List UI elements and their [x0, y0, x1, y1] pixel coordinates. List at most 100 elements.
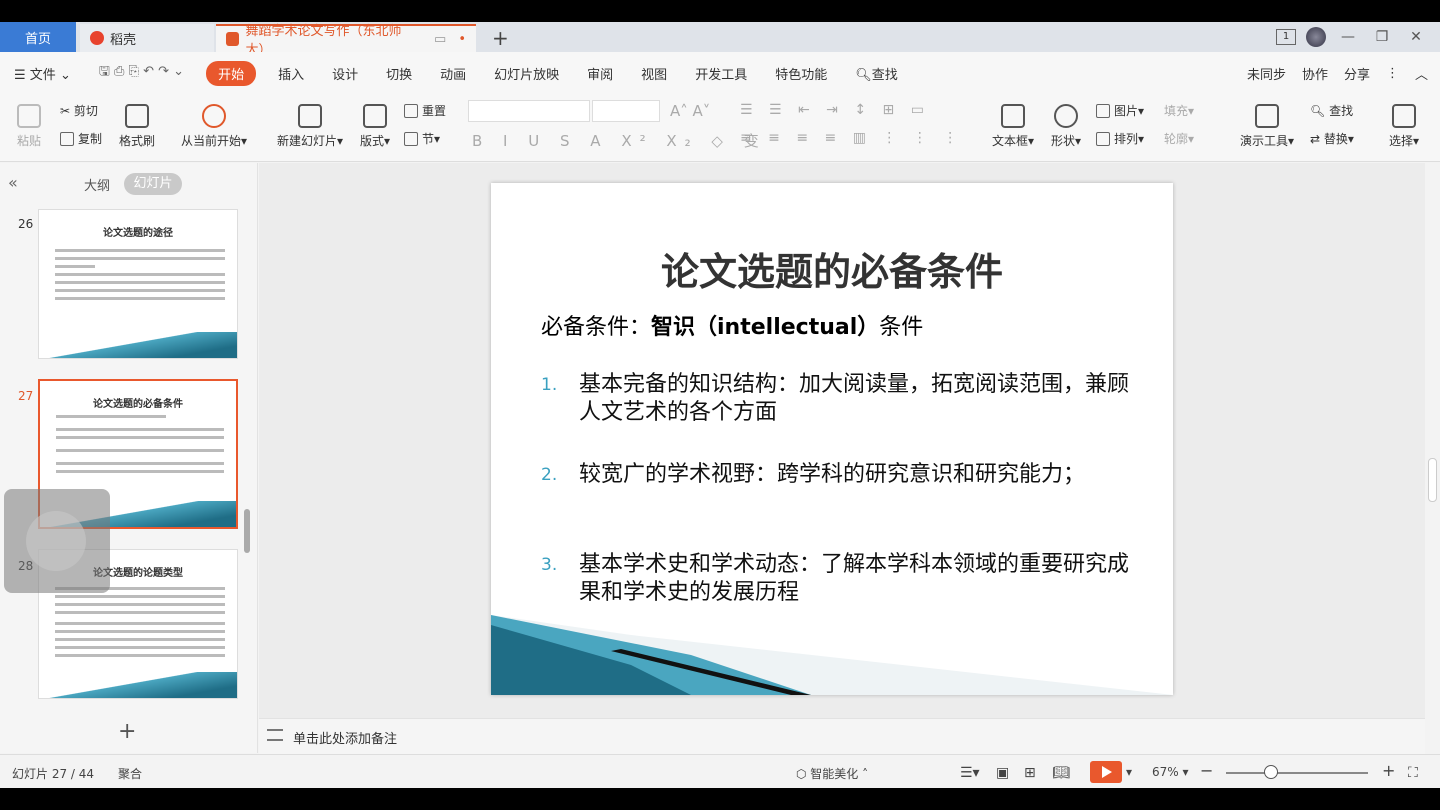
menu-transition[interactable]: 切换	[372, 64, 426, 83]
outline-button[interactable]: 轮廓▾	[1164, 130, 1194, 147]
menu-start[interactable]: 开始	[206, 60, 257, 86]
paragraph-buttons-top[interactable]: ☰ ☰ ⇤ ⇥ ↕ ⊞ ▭	[740, 102, 930, 118]
more-icon[interactable]: ⋮	[1386, 66, 1399, 81]
picture-button[interactable]: 图片▾	[1096, 102, 1144, 119]
tab-dot-icon[interactable]: •	[458, 32, 466, 47]
sync-status[interactable]: 未同步	[1247, 64, 1286, 83]
menu-features[interactable]: 特色功能	[761, 64, 841, 83]
font-size-input[interactable]	[592, 100, 660, 122]
normal-view-icon[interactable]: ▣	[996, 765, 1009, 781]
fit-window-icon[interactable]: ⛶	[1408, 765, 1418, 781]
replace-icon: ⇄	[1310, 132, 1324, 146]
minimize-icon[interactable]: —	[1336, 29, 1360, 45]
presenter-tools-button[interactable]: 演示工具▾	[1236, 104, 1298, 149]
reset-button[interactable]: 重置	[404, 102, 446, 119]
paragraph-buttons-bottom[interactable]: ≡ ≡ ≡ ≡ ▥ ⋮ ⋮ ⋮	[740, 130, 963, 146]
panel-scrollbar[interactable]	[244, 509, 250, 553]
from-current-button[interactable]: 从当前开始▾	[176, 104, 252, 149]
floating-overlay-button[interactable]	[4, 489, 110, 593]
font-size-buttons[interactable]: A˄ A˅	[670, 102, 710, 120]
tab-bar: 首页 稻壳 舞蹈学术论文写作（东北师大） ▭ • + 1 — ❐ ✕	[0, 22, 1440, 58]
slideshow-dropdown-icon[interactable]: ▾	[1126, 765, 1132, 779]
reading-view-icon[interactable]: 📖︎	[1052, 765, 1070, 781]
play-icon	[202, 104, 226, 128]
window-count-badge[interactable]: 1	[1276, 29, 1296, 45]
section-icon	[404, 132, 418, 146]
reset-icon	[404, 104, 418, 118]
slide-position: 幻灯片 27 / 44	[12, 767, 95, 781]
shape-button[interactable]: 形状▾	[1048, 104, 1084, 149]
grid-view-icon[interactable]: ⊞	[1024, 765, 1036, 781]
menu-review[interactable]: 审阅	[573, 64, 627, 83]
slide-thumbnail-26[interactable]: 论文选题的途径	[38, 209, 238, 359]
section-button[interactable]: 节▾	[404, 130, 440, 147]
tab-home[interactable]: 首页	[0, 22, 76, 52]
replace-button[interactable]: ⇄ 替换▾	[1310, 130, 1354, 147]
zoom-slider-handle[interactable]	[1264, 765, 1278, 779]
notes-pane[interactable]: 单击此处添加备注	[259, 718, 1425, 754]
cut-button[interactable]: ✂ 剪切	[60, 102, 98, 119]
smart-beautify-button[interactable]: ⬡ 智能美化 ˄	[796, 765, 868, 782]
copy-button[interactable]: 复制	[60, 130, 102, 147]
tab-document[interactable]: 舞蹈学术论文写作（东北师大） ▭ •	[216, 24, 476, 58]
notes-placeholder[interactable]: 单击此处添加备注	[293, 728, 397, 747]
monitor-icon[interactable]: ▭	[434, 32, 446, 47]
arrange-icon	[1096, 132, 1110, 146]
wps-window: 首页 稻壳 舞蹈学术论文写作（东北师大） ▭ • + 1 — ❐ ✕ ☰ 文件 …	[0, 22, 1440, 788]
canvas-scrollbar[interactable]	[1425, 163, 1440, 753]
current-slide[interactable]: 论文选题的必备条件 必备条件：智识（intellectual）条件 1. 基本完…	[491, 183, 1173, 695]
slide-subtitle[interactable]: 必备条件：智识（intellectual）条件	[541, 309, 923, 341]
new-slide-button[interactable]: 新建幻灯片▾	[272, 104, 348, 149]
format-painter-button[interactable]: 格式刷	[116, 104, 158, 149]
textbox-button[interactable]: 文本框▾	[990, 104, 1036, 149]
layout-icon	[363, 104, 387, 128]
thumbnail-band	[39, 672, 237, 698]
close-icon[interactable]: ✕	[1404, 29, 1428, 45]
share-button[interactable]: 分享	[1344, 64, 1370, 83]
search-icon: 🔍︎	[1310, 104, 1330, 118]
decorative-band	[491, 615, 1173, 695]
menu-developer[interactable]: 开发工具	[681, 64, 761, 83]
collapse-panel-icon[interactable]: «	[8, 173, 18, 192]
slide-title[interactable]: 论文选题的必备条件	[491, 241, 1173, 296]
zoom-in-button[interactable]: +	[1382, 761, 1395, 780]
new-slide-icon	[298, 104, 322, 128]
zoom-level[interactable]: 67% ▾	[1152, 765, 1189, 779]
fill-button[interactable]: 填充▾	[1164, 102, 1194, 119]
font-name-input[interactable]	[468, 100, 590, 122]
restore-icon[interactable]: ❐	[1370, 29, 1394, 45]
avatar[interactable]	[1306, 27, 1326, 47]
scrollbar-thumb[interactable]	[1428, 458, 1437, 502]
paste-button[interactable]: 粘贴	[14, 104, 44, 149]
select-button[interactable]: 选择▾	[1384, 104, 1424, 149]
find-button[interactable]: 🔍︎ 查找	[1310, 102, 1353, 119]
collaborate-button[interactable]: 协作	[1302, 64, 1328, 83]
brush-icon	[125, 104, 149, 128]
quick-access-toolbar[interactable]: 🖫 ⎙ ⎘ ↶ ↷ ⌄	[85, 62, 198, 84]
collapse-ribbon-icon[interactable]: ︿	[1415, 64, 1428, 83]
notes-toggle-icon[interactable]: ☰▾	[960, 765, 980, 781]
copy-icon	[60, 132, 74, 146]
slide-number: 26	[18, 217, 34, 231]
layout-button[interactable]: 版式▾	[356, 104, 394, 149]
zoom-out-button[interactable]: −	[1200, 761, 1213, 780]
picture-icon	[1096, 104, 1110, 118]
arrange-button[interactable]: 排列▾	[1096, 130, 1144, 147]
tab-slides[interactable]: 幻灯片	[124, 173, 182, 195]
menu-view[interactable]: 视图	[627, 64, 681, 83]
menu-search[interactable]: 🔍︎查找	[841, 64, 912, 83]
tab-daoke[interactable]: 稻壳	[80, 24, 214, 52]
add-slide-button[interactable]: +	[118, 719, 136, 744]
menu-animation[interactable]: 动画	[426, 64, 480, 83]
menu-slideshow[interactable]: 幻灯片放映	[480, 64, 573, 83]
menu-insert[interactable]: 插入	[264, 64, 318, 83]
new-tab-button[interactable]: +	[492, 26, 509, 50]
tab-outline[interactable]: 大纲	[84, 175, 110, 194]
menu-file[interactable]: ☰ 文件 ⌄	[0, 64, 85, 83]
slideshow-play-button[interactable]	[1090, 761, 1122, 783]
slide-number: 27	[18, 389, 34, 403]
text-style-buttons[interactable]: B I U S A X² X₂ ◇ 变	[472, 130, 767, 151]
zoom-slider[interactable]	[1226, 772, 1368, 774]
select-icon	[1392, 104, 1416, 128]
menu-design[interactable]: 设计	[318, 64, 372, 83]
